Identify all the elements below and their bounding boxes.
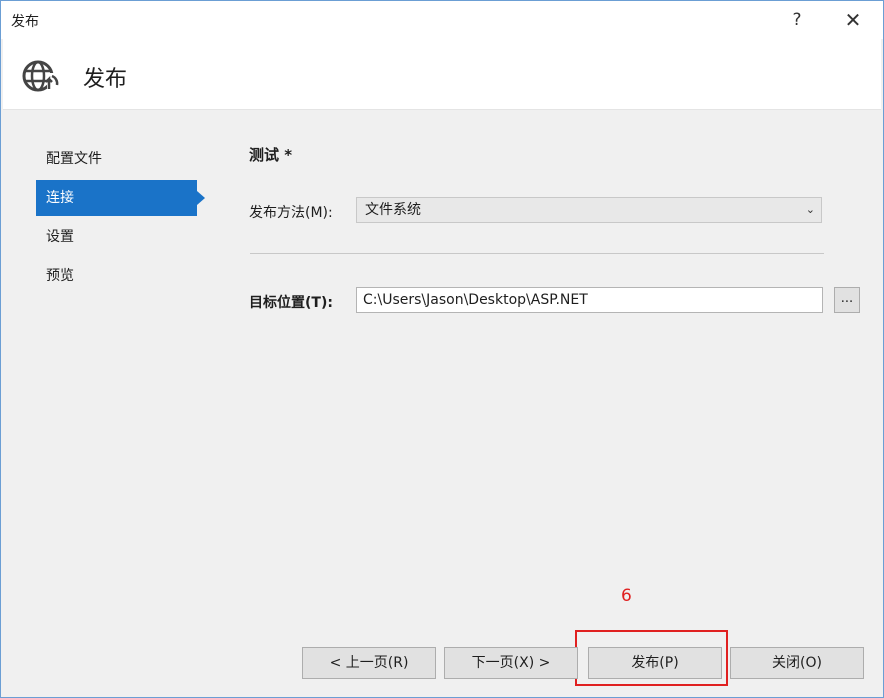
sidebar-item-connection[interactable]: 连接 [36, 180, 205, 216]
title-bar: 发布 ? ✕ [1, 1, 883, 39]
publish-button[interactable]: 发布(P) [588, 647, 722, 679]
globe-publish-icon [22, 60, 61, 93]
step-annotation: 6 [621, 586, 632, 606]
chevron-down-icon[interactable]: ⌄ [806, 198, 815, 222]
section-title: 测试 * [249, 146, 293, 164]
close-window-button[interactable]: ✕ [839, 7, 867, 33]
sidebar-item-profile[interactable]: 配置文件 [36, 141, 196, 177]
dialog-header: 发布 [3, 39, 881, 110]
publish-method-select[interactable]: 文件系统 ⌄ [356, 197, 822, 223]
sidebar-item-preview[interactable]: 预览 [36, 258, 196, 294]
target-location-input[interactable]: C:\Users\Jason\Desktop\ASP.NET [356, 287, 823, 313]
sidebar-nav: 配置文件 连接 设置 预览 [36, 141, 206, 297]
help-button[interactable]: ? [783, 7, 811, 33]
prev-button[interactable]: < 上一页(R) [302, 647, 436, 679]
next-button[interactable]: 下一页(X) > [444, 647, 578, 679]
window-title: 发布 [11, 14, 39, 30]
divider [250, 253, 824, 254]
browse-button[interactable]: ... [834, 287, 860, 313]
target-location-label: 目标位置(T): [249, 295, 333, 311]
sidebar-item-settings[interactable]: 设置 [36, 219, 196, 255]
publish-method-value: 文件系统 [365, 202, 421, 218]
publish-dialog: 发布 ? ✕ 发布 配置文件 连接 设置 预览 测试 * 发布方法(M): 文件… [0, 0, 884, 698]
page-title: 发布 [83, 67, 128, 92]
publish-method-label: 发布方法(M): [249, 205, 333, 221]
close-button[interactable]: 关闭(O) [730, 647, 864, 679]
